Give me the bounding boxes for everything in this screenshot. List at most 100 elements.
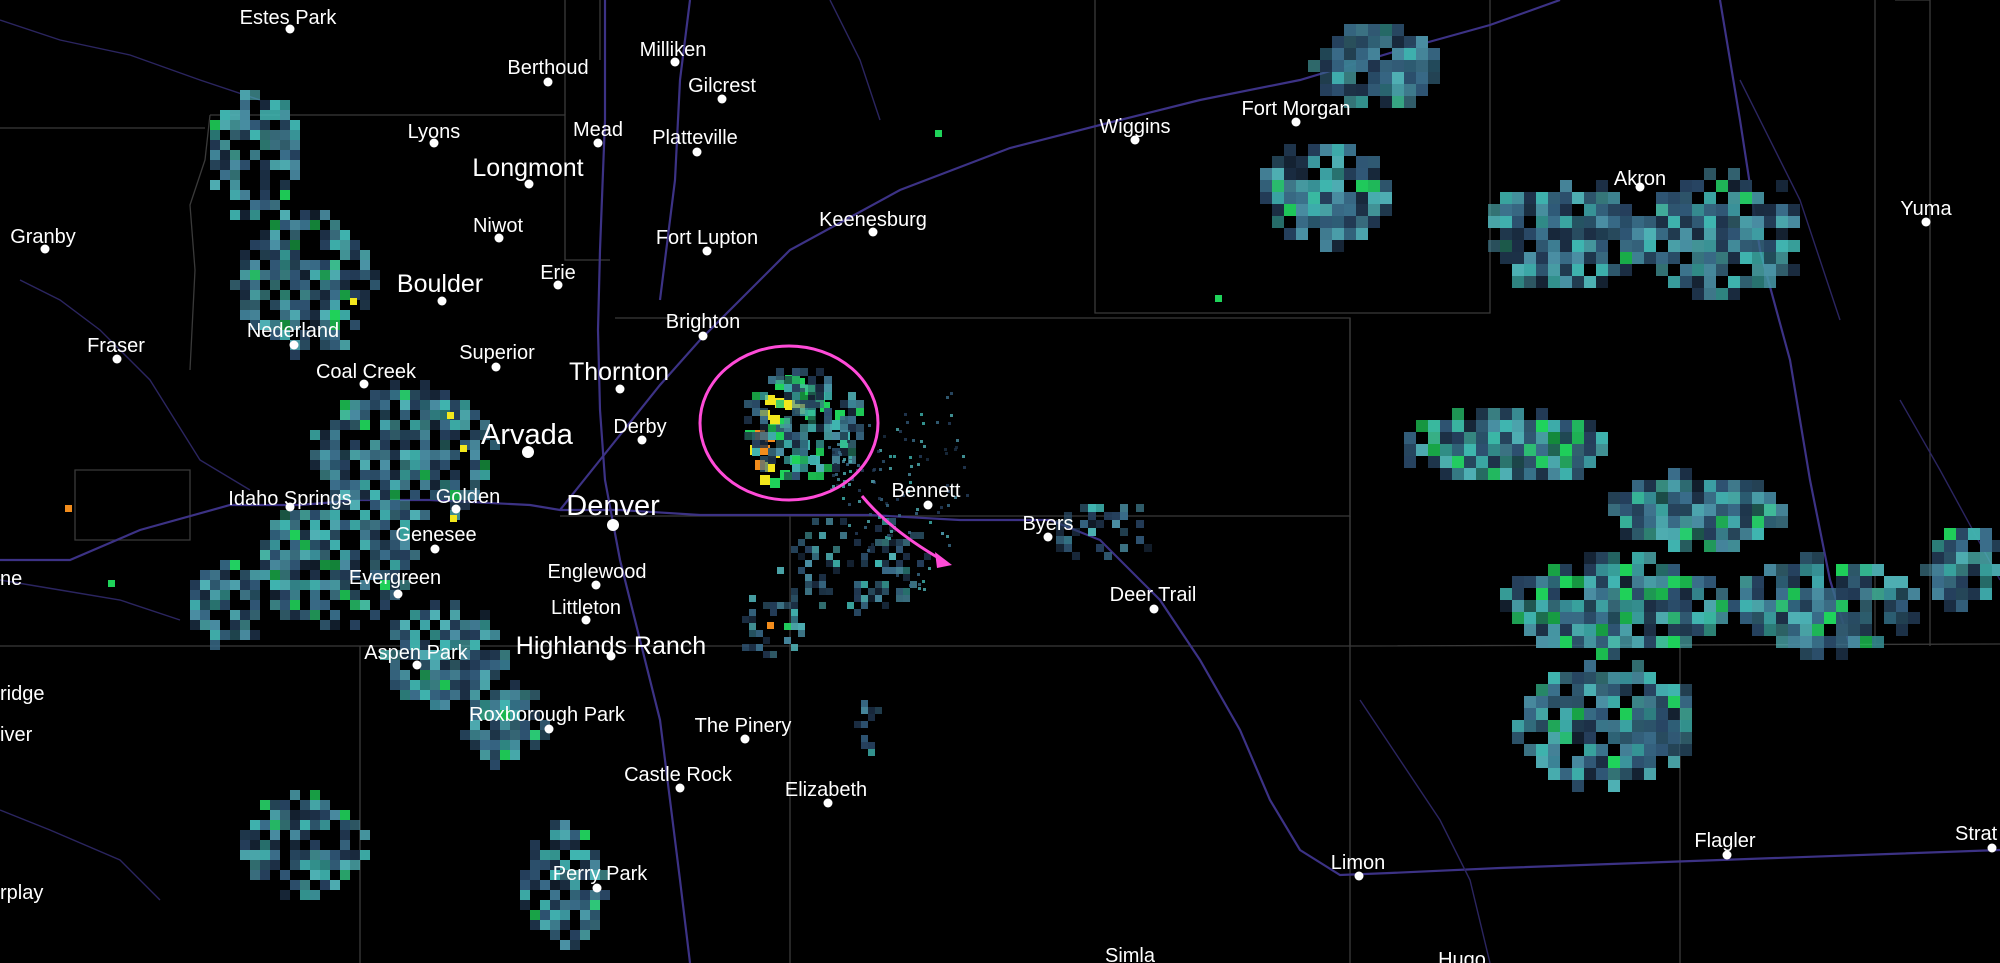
svg-text:Gilcrest: Gilcrest	[688, 75, 756, 97]
radar-cell	[370, 530, 380, 540]
radar-cell	[928, 567, 931, 570]
city-hugo[interactable]: Hugo	[1438, 949, 1486, 963]
radar-cell	[1308, 216, 1320, 228]
radar-cell	[350, 440, 360, 450]
radar-cell	[250, 610, 260, 620]
radar-cell	[1980, 528, 1992, 540]
radar-cell	[420, 460, 430, 470]
radar-cell	[760, 464, 768, 472]
radar-cell	[1824, 600, 1836, 612]
city-partial-rplay[interactable]: rplay	[0, 882, 43, 904]
radar-cell	[909, 584, 912, 587]
radar-cell	[832, 456, 840, 464]
radar-cell	[1548, 456, 1560, 468]
radar-cell	[889, 567, 896, 574]
radar-cell	[1752, 228, 1764, 240]
radar-cell	[320, 850, 330, 860]
radar-cell	[926, 458, 929, 461]
radar-cell	[1308, 204, 1320, 216]
radar-cell	[940, 506, 943, 509]
radar-cell	[320, 470, 330, 480]
radar-cell	[460, 420, 470, 430]
radar-cell	[310, 550, 320, 560]
radar-cell	[590, 920, 600, 930]
radar-map[interactable]: Estes Park Milliken Berthoud Gilcrest Ly…	[0, 0, 2000, 963]
radar-cell	[1096, 544, 1104, 552]
radar-cell	[868, 595, 875, 602]
city-akron[interactable]: Akron	[1614, 168, 1666, 192]
radar-cell	[848, 524, 851, 527]
radar-cell	[1692, 204, 1704, 216]
radar-cell	[470, 440, 480, 450]
city-highlands-ranch[interactable]: Highlands Ranch	[516, 632, 706, 661]
radar-cell	[290, 250, 300, 260]
radar-cell	[580, 930, 590, 940]
radar-cell	[1572, 444, 1584, 456]
radar-cell	[1096, 504, 1104, 512]
radar-cell	[460, 730, 470, 740]
radar-cell	[310, 520, 320, 530]
radar-cell	[760, 456, 768, 464]
city-partial-iver[interactable]: iver	[0, 724, 33, 746]
radar-cell	[1344, 216, 1356, 228]
radar-cell	[230, 180, 240, 190]
radar-cell	[1404, 72, 1416, 84]
radar-cell	[1704, 168, 1716, 180]
radar-cell	[1740, 516, 1752, 528]
radar-cell	[792, 472, 800, 480]
radar-cell	[250, 850, 260, 860]
radar-cell	[1656, 720, 1668, 732]
radar-cell	[1956, 552, 1968, 564]
radar-cell	[280, 810, 290, 820]
radar-cell	[260, 230, 270, 240]
radar-cell	[510, 750, 520, 760]
radar-cell	[749, 616, 756, 623]
city-simla[interactable]: Simla	[1105, 945, 1156, 963]
radar-cell	[1584, 576, 1596, 588]
radar-cell	[410, 420, 420, 430]
radar-cell	[590, 900, 600, 910]
radar-cell	[1656, 252, 1668, 264]
radar-cell	[330, 510, 340, 520]
radar-cell	[1548, 612, 1560, 624]
radar-cell	[1788, 216, 1800, 228]
radar-cell	[819, 532, 826, 539]
radar-cell	[1380, 204, 1392, 216]
radar-cell	[1536, 756, 1548, 768]
radar-cell	[510, 690, 520, 700]
radar-cell	[1728, 216, 1740, 228]
radar-cell	[390, 510, 400, 520]
radar-cell	[1548, 720, 1560, 732]
radar-cell	[1332, 204, 1344, 216]
radar-cell	[1524, 432, 1536, 444]
city-partial-ridge[interactable]: ridge	[0, 683, 44, 705]
radar-cell	[1608, 588, 1620, 600]
radar-cell	[1404, 432, 1416, 444]
radar-cell	[250, 870, 260, 880]
radar-cell	[340, 840, 350, 850]
radar-cell	[929, 521, 932, 524]
radar-cell	[1536, 192, 1548, 204]
radar-cell	[240, 570, 250, 580]
radar-cell	[580, 910, 590, 920]
radar-cell	[1836, 600, 1848, 612]
radar-cell	[1392, 96, 1404, 108]
city-partial-ne[interactable]: ne	[0, 568, 22, 590]
radar-cell	[948, 544, 951, 547]
radar-cell	[1584, 276, 1596, 288]
radar-cell	[1536, 744, 1548, 756]
radar-cell	[1572, 240, 1584, 252]
radar-cell	[1488, 408, 1500, 420]
city-idaho-springs[interactable]: Idaho Springs	[228, 488, 352, 512]
radar-cell	[1692, 228, 1704, 240]
radar-cell	[1632, 696, 1644, 708]
radar-cell	[1356, 204, 1368, 216]
radar-cell	[1680, 588, 1692, 600]
radar-cell	[220, 140, 230, 150]
radar-cell	[1680, 732, 1692, 744]
radar-cell	[270, 600, 280, 610]
radar-cell	[847, 560, 854, 567]
radar-cell	[770, 609, 777, 616]
radar-cell	[1836, 624, 1848, 636]
radar-cell	[1776, 252, 1788, 264]
